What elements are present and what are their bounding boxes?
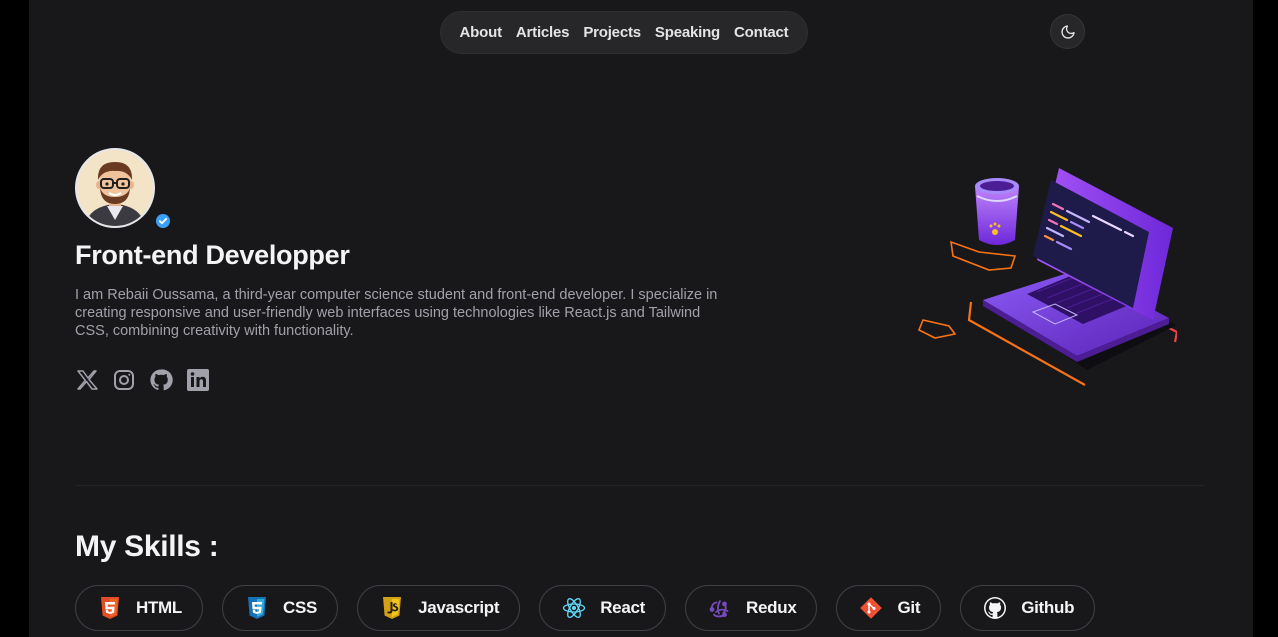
nav-speaking[interactable]: Speaking: [655, 24, 720, 41]
avatar-container: [75, 148, 170, 230]
html5-icon: [101, 597, 119, 619]
section-divider: [75, 485, 1205, 486]
nav-contact[interactable]: Contact: [734, 24, 789, 41]
git-icon: [860, 597, 883, 619]
skills-title: My Skills :: [75, 530, 219, 563]
hero-bio: I am Rebaii Oussama, a third-year comput…: [75, 287, 718, 339]
skill-javascript[interactable]: Javascript: [357, 585, 521, 631]
skills-list: HTML CSS Javascript React Redux Git Gith…: [75, 585, 1096, 631]
instagram-icon[interactable]: [112, 368, 136, 392]
skill-label: Github: [1021, 598, 1075, 617]
nav-articles[interactable]: Articles: [516, 24, 570, 41]
react-icon: [563, 598, 586, 618]
moon-icon: [1060, 24, 1075, 39]
hero-title: Front-end Developper: [75, 240, 350, 270]
javascript-icon: [383, 597, 402, 619]
skill-label: HTML: [136, 598, 183, 617]
skill-label: Redux: [746, 598, 797, 617]
redux-icon: [709, 600, 729, 618]
verified-badge-icon: [156, 214, 170, 228]
laptop-illustration: [917, 168, 1177, 386]
skill-react[interactable]: React: [539, 585, 667, 631]
skill-github[interactable]: Github: [960, 585, 1096, 631]
nav-projects[interactable]: Projects: [583, 24, 641, 41]
social-links: [75, 368, 210, 392]
skill-redux[interactable]: Redux: [685, 585, 818, 631]
top-nav: About Articles Projects Speaking Contact: [440, 11, 808, 54]
nav-about[interactable]: About: [460, 24, 503, 41]
linkedin-icon[interactable]: [186, 368, 210, 392]
css3-icon: [248, 597, 267, 619]
skill-git[interactable]: Git: [836, 585, 942, 631]
skill-label: Git: [897, 598, 921, 617]
x-icon[interactable]: [75, 368, 99, 392]
avatar: [75, 148, 155, 228]
skill-css[interactable]: CSS: [222, 585, 339, 631]
page: About Articles Projects Speaking Contact: [29, 0, 1253, 637]
skill-label: CSS: [283, 598, 318, 617]
skill-html[interactable]: HTML: [75, 585, 204, 631]
skill-label: Javascript: [418, 598, 500, 617]
github-icon[interactable]: [149, 368, 173, 392]
skill-label: React: [600, 598, 646, 617]
github-icon: [984, 597, 1007, 619]
theme-toggle-button[interactable]: [1050, 14, 1085, 49]
